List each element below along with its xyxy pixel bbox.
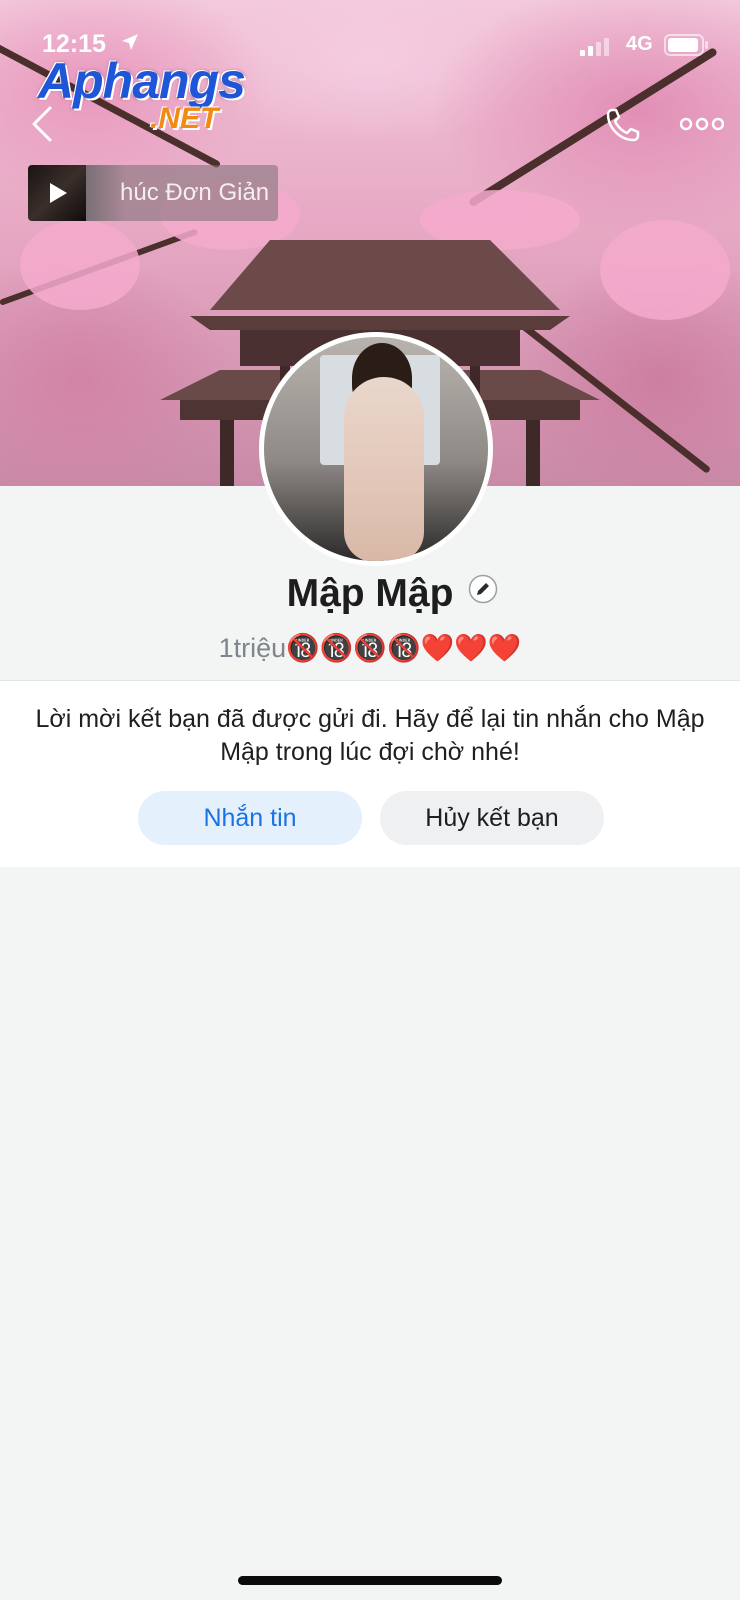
pencil-icon	[468, 574, 498, 604]
music-title: húc Đơn Giản	[120, 179, 270, 206]
profile-music-button[interactable]: húc Đơn Giản	[28, 165, 278, 221]
network-type: 4G	[626, 33, 653, 55]
music-thumbnail	[28, 165, 86, 221]
profile-name-row: Mập Mập	[0, 572, 740, 622]
avatar[interactable]	[259, 332, 493, 566]
profile-name: Mập Mập	[286, 572, 454, 615]
profile-bio: 1triệu🔞🔞🔞🔞❤️❤️❤️	[218, 633, 522, 663]
play-icon	[50, 183, 67, 203]
phone-icon	[606, 108, 640, 142]
more-icon	[679, 117, 725, 131]
more-button[interactable]	[679, 112, 725, 136]
signal-icon	[580, 38, 609, 56]
watermark-sub: .NET	[150, 102, 219, 135]
friend-request-card: Lời mời kết bạn đã được gửi đi. Hãy để l…	[0, 680, 740, 867]
back-icon	[32, 106, 52, 142]
watermark-logo: Aphangs .NET	[38, 52, 268, 138]
back-button[interactable]	[28, 104, 58, 144]
edit-name-button[interactable]	[468, 574, 498, 604]
battery-icon	[664, 34, 708, 56]
location-arrow-icon	[122, 34, 138, 50]
friend-request-message: Lời mời kết bạn đã được gửi đi. Hãy để l…	[35, 705, 705, 766]
message-button[interactable]: Nhắn tin	[138, 791, 362, 845]
cancel-friend-request-button[interactable]: Hủy kết bạn	[380, 791, 604, 845]
home-indicator[interactable]	[238, 1576, 502, 1585]
call-button[interactable]	[604, 104, 644, 144]
